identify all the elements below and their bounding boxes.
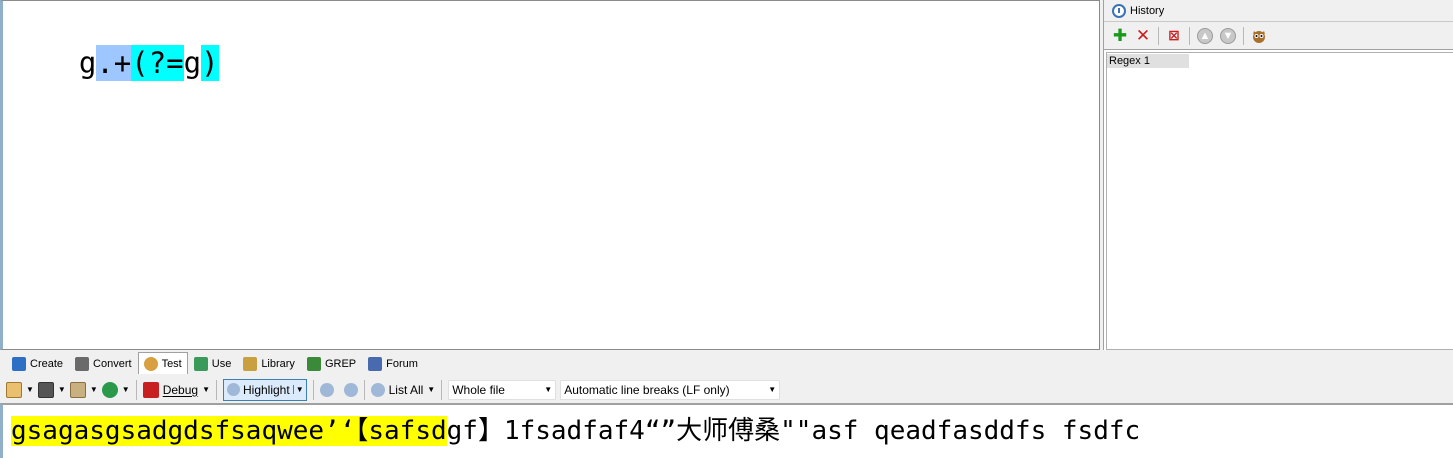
chevron-down-icon: ▼	[544, 385, 553, 394]
debug-dropdown-icon[interactable]: ▼	[202, 385, 210, 394]
toolbar-separator	[363, 379, 365, 400]
history-header: History	[1104, 0, 1453, 22]
tab-create-label: Create	[30, 358, 64, 370]
match-highlight: gsagasgsadgdsfsaqwee’‘【safsd	[11, 416, 447, 446]
new-file-dropdown-icon[interactable]: ▼	[26, 385, 34, 394]
scope-select-value: Whole file	[452, 382, 505, 397]
regex-token-dot-plus: .+	[96, 45, 132, 81]
scope-select[interactable]: Whole file ▼	[448, 379, 557, 400]
history-panel: History ✚ ✕ ⊠ ▲ ▼ Regex 1	[1103, 0, 1453, 350]
convert-icon	[75, 357, 90, 371]
toolbar-separator	[215, 379, 217, 400]
move-up-icon[interactable]: ▲	[1195, 26, 1215, 46]
web-dropdown-icon[interactable]: ▼	[122, 385, 130, 394]
highlight-dropdown-icon[interactable]: ▼	[292, 385, 304, 394]
next-match-icon[interactable]	[343, 382, 358, 397]
delete-all-icon[interactable]: ⊠	[1164, 26, 1184, 46]
tab-use-label: Use	[211, 358, 232, 370]
toolbar-separator	[312, 379, 314, 400]
add-icon[interactable]: ✚	[1110, 26, 1130, 46]
toolbar-separator	[441, 379, 443, 400]
paste-icon[interactable]	[69, 381, 86, 398]
history-title: History	[1130, 4, 1165, 17]
toolbar-separator	[1189, 26, 1190, 45]
web-icon[interactable]	[101, 381, 118, 398]
save-dropdown-icon[interactable]: ▼	[58, 385, 66, 394]
tab-test[interactable]: Test	[137, 352, 188, 374]
tab-grep-label: GREP	[324, 358, 357, 370]
delete-icon[interactable]: ✕	[1133, 26, 1153, 46]
paste-dropdown-icon[interactable]: ▼	[90, 385, 98, 394]
test-subject-editor[interactable]: gsagasgsadgdsfsaqwee’‘【safsdgf】1fsadfaf4…	[0, 404, 1453, 458]
grep-icon	[306, 357, 321, 371]
library-icon	[243, 357, 258, 371]
chevron-down-icon: ▼	[768, 385, 777, 394]
regex-token-lookahead-open: (?=	[131, 45, 184, 81]
save-icon[interactable]	[37, 381, 54, 398]
tab-forum-label: Forum	[386, 358, 418, 370]
subject-unmatched-text: gf】1fsadfaf4“”大师傅桑""asf qeadfasddfs fsdf…	[446, 416, 1141, 446]
list-all-dropdown-icon[interactable]: ▼	[427, 385, 435, 394]
test-toolbar: ▼ ▼ ▼ ▼ Debug ▼ Highlight ▼ List All ▼ W…	[0, 376, 1453, 404]
tab-use[interactable]: Use	[188, 354, 238, 374]
owl-icon[interactable]	[1249, 26, 1269, 46]
line-breaks-select[interactable]: Automatic line breaks (LF only) ▼	[560, 379, 781, 400]
regex-token-lookahead-close: )	[201, 45, 219, 81]
list-all-button[interactable]: List All	[389, 383, 424, 397]
toolbar-separator	[135, 379, 137, 400]
subject-text[interactable]: gsagasgsadgdsfsaqwee’‘【safsdgf】1fsadfaf4…	[11, 415, 1140, 447]
regex-editor[interactable]: g.+(?=g)	[0, 0, 1100, 350]
history-list: Regex 1	[1106, 52, 1453, 350]
previous-match-icon[interactable]	[319, 382, 334, 397]
tab-grep[interactable]: GREP	[301, 354, 362, 374]
move-down-icon[interactable]: ▼	[1218, 26, 1238, 46]
tab-library-label: Library	[261, 358, 295, 370]
history-clock-icon	[1112, 3, 1126, 18]
line-breaks-select-value: Automatic line breaks (LF only)	[564, 382, 730, 397]
history-item[interactable]: Regex 1	[1107, 54, 1189, 68]
use-icon	[193, 357, 208, 371]
tab-test-label: Test	[161, 357, 182, 370]
tab-create[interactable]: Create	[6, 354, 69, 374]
new-file-icon[interactable]	[6, 381, 22, 398]
tab-convert-label: Convert	[93, 358, 132, 370]
create-icon	[12, 357, 26, 371]
history-toolbar: ✚ ✕ ⊠ ▲ ▼	[1104, 22, 1453, 50]
tab-convert[interactable]: Convert	[69, 354, 138, 374]
test-icon	[143, 356, 158, 371]
list-all-icon	[370, 382, 385, 397]
tab-bar: Create Convert Test Use Library GREP For…	[0, 352, 1453, 374]
tab-library[interactable]: Library	[237, 354, 301, 374]
highlight-button[interactable]: Highlight ▼	[222, 378, 307, 401]
toolbar-separator	[1243, 26, 1244, 45]
highlight-label: Highlight	[242, 382, 290, 397]
debug-icon[interactable]	[142, 381, 159, 398]
debug-button[interactable]: Debug	[163, 383, 198, 397]
regex-token-literal-g: g	[78, 46, 97, 80]
regex-text[interactable]: g.+(?=g)	[9, 9, 219, 117]
forum-icon	[368, 357, 383, 371]
regex-token-lookahead-g: g	[183, 46, 202, 80]
tab-forum[interactable]: Forum	[362, 354, 424, 374]
toolbar-separator	[1158, 26, 1159, 45]
magnifier-icon	[226, 383, 240, 396]
